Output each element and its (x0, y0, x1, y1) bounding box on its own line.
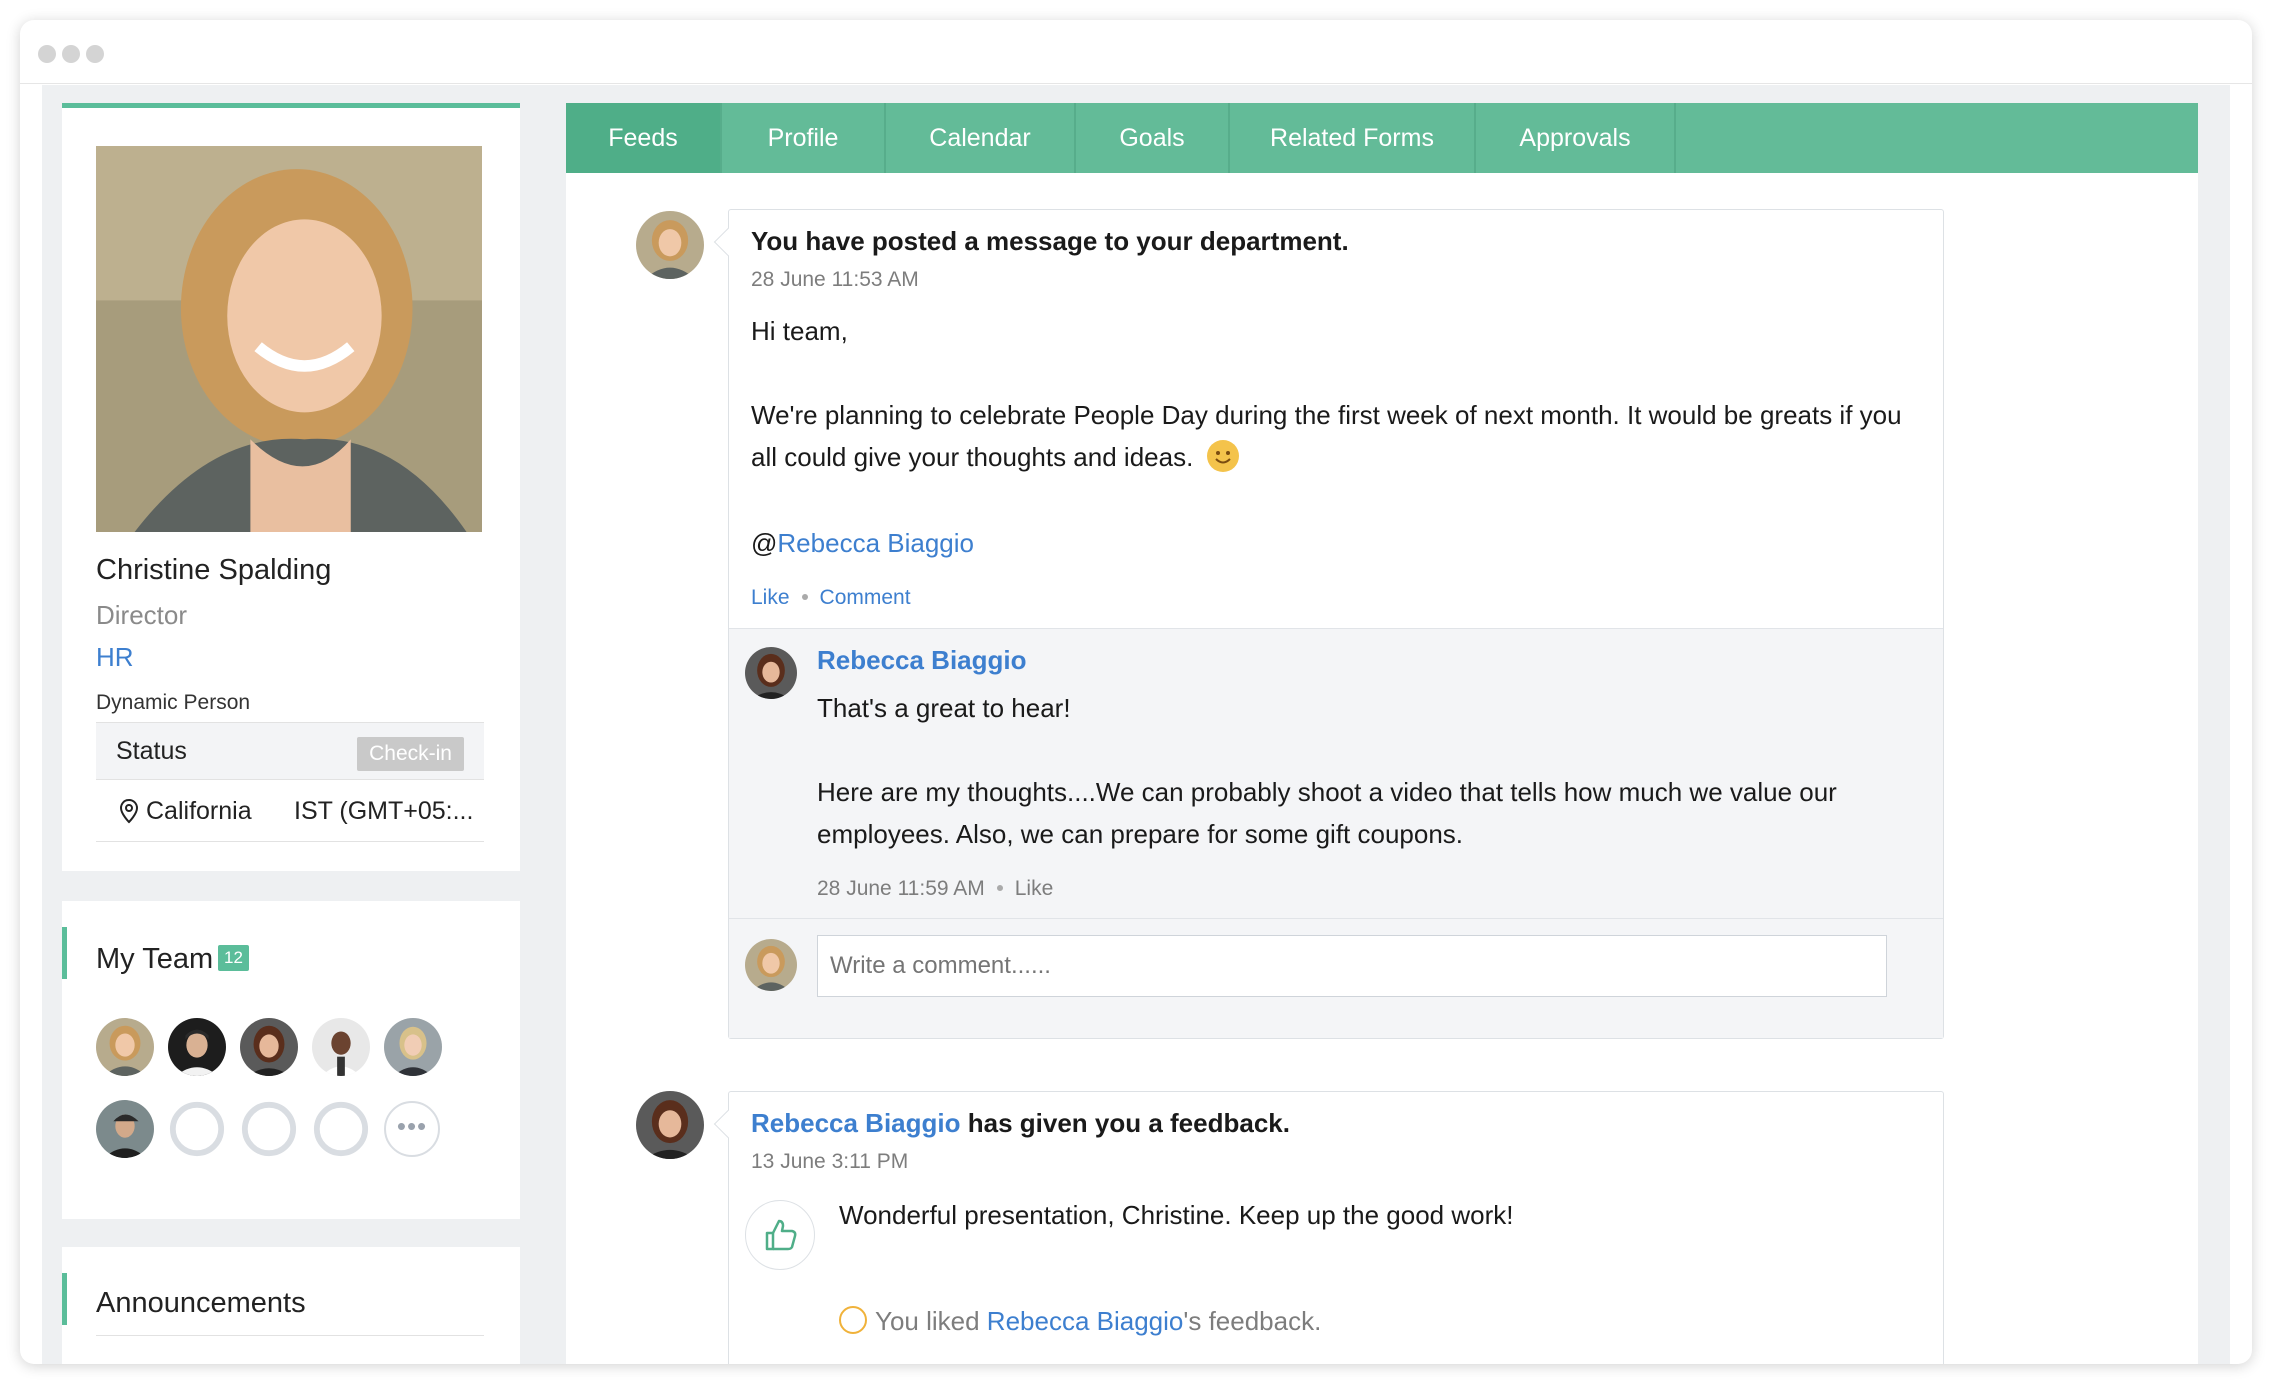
reply-author-avatar[interactable] (745, 647, 797, 699)
tab-bar: Feeds Profile Calendar Goals Related For… (566, 103, 2198, 173)
post-heading: You have posted a message to your depart… (751, 226, 1349, 256)
smiley-icon (1206, 440, 1239, 472)
liked-line: You liked Rebecca Biaggio's feedback. (839, 1306, 1321, 1337)
announcements-card: Announcements (62, 1247, 520, 1364)
mention-link[interactable]: Rebecca Biaggio (777, 528, 974, 558)
separator-dot (996, 885, 1003, 891)
window-zoom-dot[interactable] (86, 45, 104, 63)
feedback-text: Wonderful presentation, Christine. Keep … (839, 1200, 1514, 1230)
feedback-author-link[interactable]: Rebecca Biaggio (751, 1108, 961, 1138)
profile-photo (96, 146, 482, 532)
reply-line: employees. Also, we can prepare for some… (817, 819, 1464, 849)
card-notch (713, 227, 743, 257)
post-timestamp: 28 June 11:53 AM (751, 268, 919, 291)
status-row: Status Check-in (96, 722, 484, 780)
location-row: California IST (GMT+05:... (96, 780, 484, 842)
reply-like-link[interactable]: Like (1015, 877, 1054, 900)
location-text: California (146, 797, 252, 825)
reply-timestamp: 28 June 11:59 AM (817, 877, 985, 900)
post-actions: Like Comment (751, 586, 911, 610)
team-member-avatar[interactable] (96, 1100, 154, 1158)
feedback-heading-text: has given you a feedback. (960, 1108, 1290, 1138)
status-label: Status (116, 737, 187, 765)
tab-related-forms[interactable]: Related Forms (1230, 103, 1476, 173)
timezone-text: IST (GMT+05:... (294, 797, 474, 825)
reply-text: That's a great to hear! Here are my thou… (817, 687, 1917, 855)
post-author-avatar[interactable] (636, 1091, 704, 1159)
team-member-placeholder-avatar[interactable] (312, 1100, 370, 1158)
profile-name: Christine Spalding (96, 554, 332, 586)
feedback-timestamp: 13 June 3:11 PM (751, 1150, 909, 1173)
reply-author-link[interactable]: Rebecca Biaggio (817, 645, 1027, 676)
reply-line: That's a great to hear! (817, 693, 1071, 723)
team-count-badge: 12 (218, 945, 249, 971)
more-icon[interactable]: ••• (384, 1101, 440, 1157)
tab-feeds[interactable]: Feeds (566, 103, 722, 173)
card-notch (713, 1109, 743, 1139)
window-close-dot[interactable] (38, 45, 56, 63)
feedback-post-card: Rebecca Biaggio has given you a feedback… (713, 1091, 1944, 1364)
tab-goals[interactable]: Goals (1076, 103, 1230, 173)
liked-suffix: 's feedback. (1183, 1306, 1322, 1336)
reply-item: Rebecca Biaggio That's a great to hear! … (729, 628, 1943, 918)
comment-input[interactable] (817, 935, 1887, 997)
smiley-icon (839, 1306, 867, 1334)
divider (96, 1335, 484, 1336)
team-member-placeholder-avatar[interactable] (168, 1100, 226, 1158)
post-card: You have posted a message to your depart… (713, 209, 1944, 1039)
team-member-avatar[interactable] (240, 1018, 298, 1076)
separator-dot (801, 594, 808, 600)
window-titlebar (20, 20, 2252, 84)
team-member-placeholder-avatar[interactable] (240, 1100, 298, 1158)
profile-department-link[interactable]: HR (96, 642, 134, 673)
post-author-avatar[interactable] (636, 211, 704, 279)
tab-approvals[interactable]: Approvals (1476, 103, 1676, 173)
post-body-line: We're planning to celebrate People Day d… (751, 400, 1902, 430)
app-content: Christine Spalding Director HR Dynamic P… (42, 85, 2230, 1364)
post-mention: @Rebecca Biaggio (751, 522, 974, 564)
reply-meta: 28 June 11:59 AM Like (817, 877, 1053, 901)
team-title: My Team (96, 943, 214, 975)
section-accent-bar (62, 927, 67, 979)
profile-card: Christine Spalding Director HR Dynamic P… (62, 103, 520, 871)
comment-composer (729, 918, 1943, 1038)
composer-avatar (745, 939, 797, 991)
browser-window: Christine Spalding Director HR Dynamic P… (20, 20, 2252, 1364)
team-member-avatar[interactable] (312, 1018, 370, 1076)
liked-prefix: You liked (875, 1306, 987, 1336)
window-minimize-dot[interactable] (62, 45, 80, 63)
section-accent-bar (62, 1273, 67, 1325)
mention-at-sign: @ (751, 528, 778, 558)
my-team-card: My Team 12 ••• (62, 901, 520, 1219)
announcements-title: Announcements (96, 1287, 306, 1319)
thumbs-up-icon (745, 1200, 815, 1270)
liked-author-link[interactable]: Rebecca Biaggio (987, 1306, 1184, 1336)
team-member-avatar[interactable] (168, 1018, 226, 1076)
checkin-button[interactable]: Check-in (357, 737, 464, 771)
profile-tag: Dynamic Person (96, 691, 251, 714)
post-body-line-with-emoji: all could give your thoughts and ideas. (751, 436, 1239, 478)
profile-title: Director (96, 600, 188, 630)
tab-calendar[interactable]: Calendar (886, 103, 1076, 173)
team-member-avatar[interactable] (384, 1018, 442, 1076)
location-pin-icon (119, 798, 139, 824)
main-panel: Feeds Profile Calendar Goals Related For… (566, 103, 2198, 1364)
feedback-heading: Rebecca Biaggio has given you a feedback… (751, 1108, 1290, 1139)
tab-profile[interactable]: Profile (722, 103, 886, 173)
post-greeting: Hi team, (751, 316, 848, 346)
team-member-avatar[interactable] (96, 1018, 154, 1076)
reply-line: Here are my thoughts....We can probably … (817, 777, 1837, 807)
comment-link[interactable]: Comment (820, 586, 911, 609)
post-body-line: all could give your thoughts and ideas. (751, 442, 1194, 472)
like-link[interactable]: Like (751, 586, 790, 609)
